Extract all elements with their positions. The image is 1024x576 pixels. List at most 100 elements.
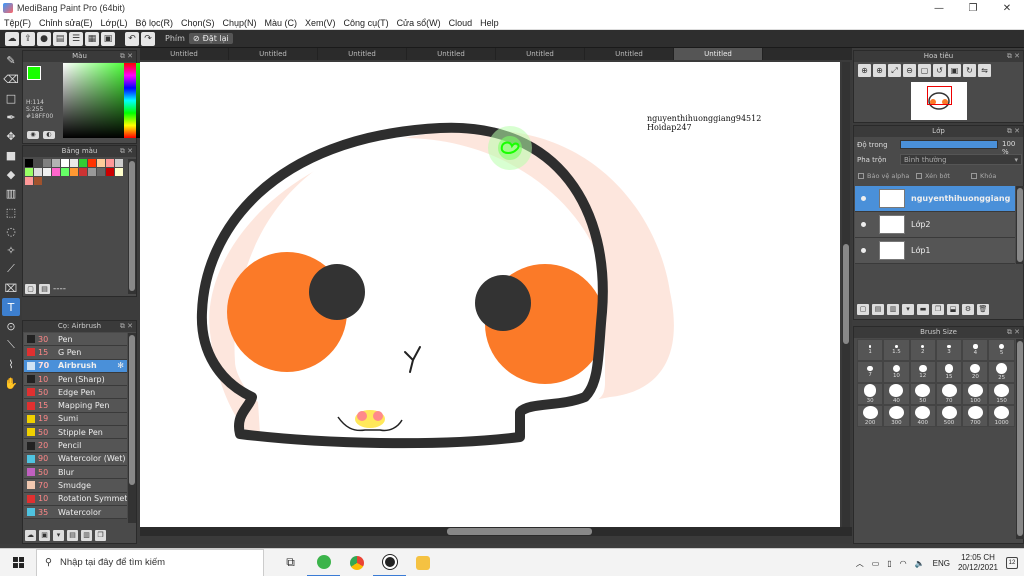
color-swatch[interactable]: [25, 177, 33, 185]
brush-size-option[interactable]: 4: [962, 339, 989, 361]
color-swatch[interactable]: [34, 168, 42, 176]
rotate-right-icon[interactable]: ↻: [963, 64, 976, 77]
close-button[interactable]: ✕: [990, 0, 1024, 16]
expand-icon[interactable]: ⧉ ✕: [1007, 51, 1020, 62]
brush-item[interactable]: 10 Pen (Sharp): [24, 372, 127, 387]
select-pen-tool-icon[interactable]: ⟋: [2, 260, 20, 278]
document-tab[interactable]: Untitled: [585, 48, 674, 60]
swatch-scrollbar[interactable]: [128, 159, 136, 294]
chrome-icon[interactable]: [340, 549, 373, 576]
color-swatch[interactable]: [34, 177, 42, 185]
eyedropper-tool-icon[interactable]: ⌇: [2, 355, 20, 373]
operation-tool-icon[interactable]: ⊙: [2, 317, 20, 335]
color-swatch[interactable]: [115, 159, 123, 167]
brush-size-option[interactable]: 1000: [988, 405, 1015, 427]
task-view-icon[interactable]: ⧉: [274, 549, 307, 576]
add-brush-icon[interactable]: ▣: [39, 530, 50, 541]
redo-icon[interactable]: ↷: [141, 31, 155, 46]
color-swatch[interactable]: [52, 159, 60, 167]
expand-icon[interactable]: ⧉ ✕: [1007, 126, 1020, 137]
brush-size-option[interactable]: 12: [909, 361, 936, 383]
protect-alpha-checkbox[interactable]: Bảo vệ alpha: [858, 172, 909, 180]
brush-settings-gear-icon[interactable]: ✻: [117, 361, 124, 370]
expand-icon[interactable]: ⧉ ✕: [120, 51, 133, 62]
actual-size-icon[interactable]: ▢: [918, 64, 931, 77]
fit-screen-icon[interactable]: ▣: [948, 64, 961, 77]
expand-icon[interactable]: ⧉ ✕: [1007, 327, 1020, 338]
duplicate-layer-icon[interactable]: ❐: [932, 304, 944, 315]
brush-item[interactable]: 19 Sumi: [24, 412, 127, 427]
windows-start-icon[interactable]: [0, 549, 36, 576]
text-tool-icon[interactable]: T: [2, 298, 20, 316]
rotate-left-icon[interactable]: ↺: [933, 64, 946, 77]
menu-file[interactable]: Tệp(F): [0, 18, 35, 28]
lasso-tool-icon[interactable]: ◌: [2, 222, 20, 240]
navigator-thumbnail[interactable]: [911, 82, 967, 120]
document-tab[interactable]: Untitled: [407, 48, 496, 60]
brush-size-option[interactable]: 400: [909, 405, 936, 427]
network-icon[interactable]: ◠: [900, 559, 907, 568]
expand-icon[interactable]: ⧉ ✕: [120, 321, 133, 332]
brush-size-option[interactable]: 10: [883, 361, 910, 383]
magic-wand-tool-icon[interactable]: ✧: [2, 241, 20, 259]
brush-size-option[interactable]: 150: [988, 383, 1015, 405]
flip-icon[interactable]: ⇋: [978, 64, 991, 77]
frame-icon[interactable]: ▣: [101, 31, 115, 46]
canvas-vertical-scrollbar[interactable]: [842, 62, 850, 527]
brush-size-option[interactable]: 300: [883, 405, 910, 427]
brush-item[interactable]: 15 Mapping Pen: [24, 399, 127, 413]
menu-color[interactable]: Màu (C): [261, 18, 302, 28]
brush-size-option[interactable]: 5: [988, 339, 1015, 361]
document-tab[interactable]: Untitled: [496, 48, 585, 60]
volume-icon[interactable]: 🔈: [915, 559, 925, 568]
comment-icon[interactable]: ●: [37, 31, 51, 46]
layer-settings-icon[interactable]: ⚙: [962, 304, 974, 315]
brush-scrollbar[interactable]: [128, 333, 136, 523]
document-tab[interactable]: Untitled: [318, 48, 407, 60]
select-tool-icon[interactable]: ⬚: [2, 203, 20, 221]
brush-size-option[interactable]: 1: [857, 339, 884, 361]
brush-size-option[interactable]: 100: [962, 383, 989, 405]
color-swatch[interactable]: [61, 168, 69, 176]
brush-size-option[interactable]: 700: [962, 405, 989, 427]
swap-color-button[interactable]: ◐: [43, 131, 55, 139]
new-halftone-layer-icon[interactable]: ▤: [872, 304, 884, 315]
menu-tools[interactable]: Công cụ(T): [340, 18, 393, 28]
rectangle-tool-icon[interactable]: □: [2, 89, 20, 107]
menu-help[interactable]: Help: [476, 18, 503, 28]
brush-size-option[interactable]: 40: [883, 383, 910, 405]
cloud-icon[interactable]: ☁: [5, 31, 19, 46]
color-swatch[interactable]: [70, 168, 78, 176]
color-swatch[interactable]: [70, 159, 78, 167]
new-8bit-layer-icon[interactable]: ▥: [887, 304, 899, 315]
brush-item[interactable]: 90 Watercolor (Wet): [24, 452, 127, 466]
brush-item[interactable]: 70 Airbrush ✻: [24, 359, 127, 373]
color-swatch[interactable]: [25, 159, 33, 167]
merge-layer-icon[interactable]: ⬓: [947, 304, 959, 315]
clock[interactable]: 12:05 CH 20/12/2021: [958, 553, 998, 573]
hand-tool-icon[interactable]: ✋: [2, 374, 20, 392]
fill-rect-tool-icon[interactable]: ■: [2, 146, 20, 164]
color-swatch[interactable]: [88, 159, 96, 167]
divide-tool-icon[interactable]: ⟍: [2, 336, 20, 354]
clipping-checkbox[interactable]: Xén bớt: [916, 172, 950, 180]
reset-button[interactable]: ⊘ Đặt lại: [188, 33, 233, 44]
blend-mode-select[interactable]: Bình thường ▾: [900, 154, 1022, 165]
brush-size-option[interactable]: 3: [935, 339, 963, 361]
search-input[interactable]: Nhập tại đây để tìm kiếm: [60, 557, 165, 568]
fit-icon[interactable]: ⤢: [888, 64, 901, 77]
color-swatch[interactable]: [25, 168, 33, 176]
battery-icon[interactable]: ▯: [887, 559, 891, 568]
color-swatch[interactable]: [97, 159, 105, 167]
chevron-up-icon[interactable]: ︿: [856, 558, 864, 569]
layer-folder-icon[interactable]: ▬: [917, 304, 929, 315]
document-tab[interactable]: Untitled: [140, 48, 229, 60]
gradient-tool-icon[interactable]: ▥: [2, 184, 20, 202]
brush-item[interactable]: 70 Smudge: [24, 479, 127, 493]
canvas-horizontal-scrollbar[interactable]: [140, 527, 852, 536]
menu-cloud[interactable]: Cloud: [445, 18, 477, 28]
visibility-eye-icon[interactable]: [857, 219, 869, 231]
color-swatch[interactable]: [79, 159, 87, 167]
brush-size-option[interactable]: 500: [935, 405, 963, 427]
zoom-in-alt-icon[interactable]: ⊕: [873, 64, 886, 77]
